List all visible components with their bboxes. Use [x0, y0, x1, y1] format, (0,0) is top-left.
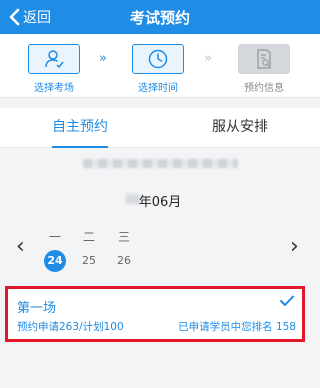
calendar-day[interactable]: 25 — [78, 250, 100, 272]
weekday-label: 一 — [48, 230, 61, 244]
step-icon-box — [238, 44, 290, 74]
session-name: 第一场 — [17, 301, 57, 316]
calendar-day-selected[interactable]: 24 — [44, 250, 66, 272]
step-select-venue[interactable]: 选择考场 — [22, 44, 86, 94]
document-search-icon — [257, 49, 271, 69]
step-arrow-icon: » — [99, 51, 107, 66]
blurred-venue-info — [83, 159, 238, 168]
step-booking-info: 预约信息 — [232, 44, 296, 94]
tab-assigned[interactable]: 服从安排 — [160, 108, 320, 148]
checkmark-icon — [280, 295, 294, 306]
calendar-month-label: 年06月 — [138, 195, 182, 210]
content-background — [0, 345, 320, 388]
session-quota: 预约申请263/计划100 — [17, 321, 124, 333]
tab-self-booking[interactable]: 自主预约 — [0, 108, 160, 148]
booking-mode-tabs: 自主预约 服从安排 — [0, 108, 320, 148]
step-label: 选择时间 — [138, 83, 178, 94]
app-header: 返回 考试预约 — [0, 0, 320, 34]
session-card[interactable]: 第一场 预约申请263/计划100 已申请学员中您排名 158 — [5, 286, 305, 342]
step-progress: 选择考场 » 选择时间 » 预约信息 — [0, 34, 320, 98]
step-label: 选择考场 — [34, 83, 74, 94]
prev-week-button[interactable]: ‹ — [16, 234, 25, 259]
calendar-day[interactable]: 26 — [113, 250, 135, 272]
page-title: 考试预约 — [129, 9, 190, 27]
step-icon-box — [28, 44, 80, 74]
session-rank: 已申请学员中您排名 158 — [178, 321, 296, 333]
user-check-icon — [45, 50, 64, 69]
weekday-label: 三 — [117, 230, 130, 244]
step-label: 预约信息 — [244, 83, 284, 94]
step-select-time[interactable]: 选择时间 — [126, 44, 190, 94]
step-arrow-icon: » — [204, 51, 212, 66]
next-week-button[interactable]: › — [290, 234, 299, 259]
step-icon-box — [132, 44, 184, 74]
clock-icon — [148, 49, 168, 69]
weekday-label: 二 — [82, 230, 95, 244]
